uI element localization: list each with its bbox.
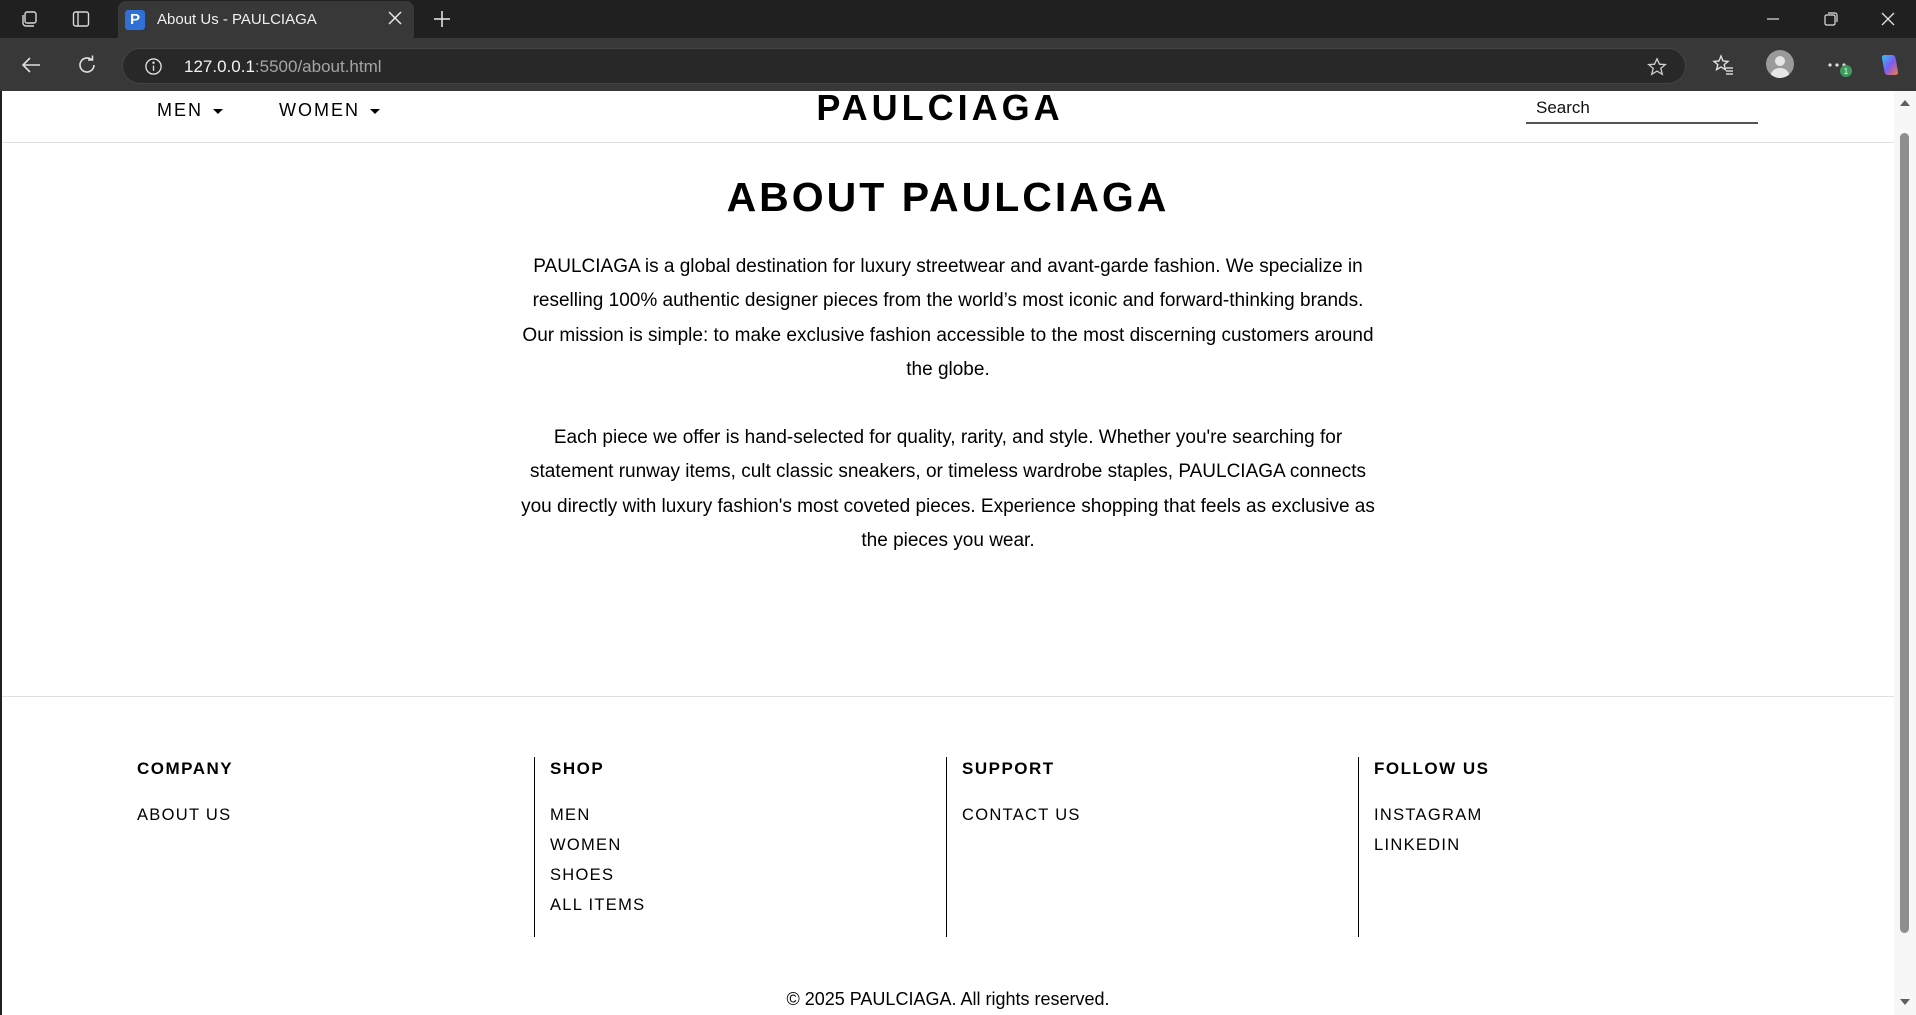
tab-title: About Us - PAULCIAGA [157,11,317,28]
page-scrollbar[interactable] [1894,91,1916,1015]
close-window-icon[interactable] [1860,0,1916,38]
minimize-icon[interactable] [1745,0,1801,38]
favorites-icon[interactable] [1709,51,1737,79]
scroll-down-arrow-icon[interactable] [1900,999,1910,1005]
url-path: :5500/about.html [254,57,382,76]
active-tab[interactable]: P About Us - PAULCIAGA [118,1,414,38]
tab-actions-icon[interactable] [68,6,94,32]
footer-link-about-us[interactable]: ABOUT US [137,800,537,830]
footer-link-men[interactable]: MEN [550,800,962,830]
footer-column-follow-us: FOLLOW US INSTAGRAM LINKEDIN [1358,757,1774,937]
footer-heading: SUPPORT [962,759,1055,778]
about-paragraph-2: Each piece we offer is hand-selected for… [521,427,1375,551]
profile-icon[interactable] [1766,50,1794,78]
site-header: MEN WOMEN PAULCIAGA [2,91,1894,143]
workspaces-icon[interactable] [16,6,42,32]
footer-link-women[interactable]: WOMEN [550,830,962,860]
footer-link-instagram[interactable]: INSTAGRAM [1374,800,1774,830]
footer-column-company: COMPANY ABOUT US [137,757,537,937]
info-icon[interactable] [144,57,163,81]
page-title: ABOUT PAULCIAGA [726,174,1170,220]
scroll-up-arrow-icon[interactable] [1900,100,1910,106]
site-footer: COMPANY ABOUT US SHOP MEN WOMEN SHOES AL… [2,696,1894,1015]
address-bar[interactable]: 127.0.0.1:5500/about.html [122,48,1686,84]
about-paragraph-1: PAULCIAGA is a global destination for lu… [522,256,1374,380]
footer-heading: SHOP [550,759,605,778]
copilot-icon[interactable] [1876,51,1904,79]
notification-badge: 1 [1840,65,1852,77]
browser-tab-bar: P About Us - PAULCIAGA [0,0,1916,38]
scrollbar-thumb[interactable] [1900,133,1909,933]
site-favicon: P [125,9,145,30]
footer-link-linkedin[interactable]: LINKEDIN [1374,830,1774,860]
refresh-icon[interactable] [72,50,102,80]
footer-column-shop: SHOP MEN WOMEN SHOES ALL ITEMS [534,757,962,937]
url-host: 127.0.0.1 [184,57,255,76]
footer-column-support: SUPPORT CONTACT US [946,757,1374,937]
back-arrow-icon[interactable] [16,50,46,80]
logo-text: PAULCIAGA [816,91,1064,128]
search-input[interactable] [1526,94,1758,124]
url-text: 127.0.0.1:5500/about.html [184,57,382,77]
footer-heading: FOLLOW US [1374,759,1490,778]
page-viewport: MEN WOMEN PAULCIAGA ABOUT PAULCIAGA PAUL… [2,91,1894,1015]
footer-link-shoes[interactable]: SHOES [550,860,962,890]
close-tab-icon[interactable] [388,10,402,30]
plus-icon[interactable] [429,6,455,32]
footer-heading: COMPANY [137,759,234,778]
star-icon[interactable] [1647,57,1667,82]
browser-toolbar: 127.0.0.1:5500/about.html [0,38,1916,91]
restore-icon[interactable] [1803,0,1859,38]
footer-link-all-items[interactable]: ALL ITEMS [550,890,962,920]
footer-link-contact-us[interactable]: CONTACT US [962,800,1374,830]
copyright-text: © 2025 PAULCIAGA. All rights reserved. [786,989,1110,1009]
